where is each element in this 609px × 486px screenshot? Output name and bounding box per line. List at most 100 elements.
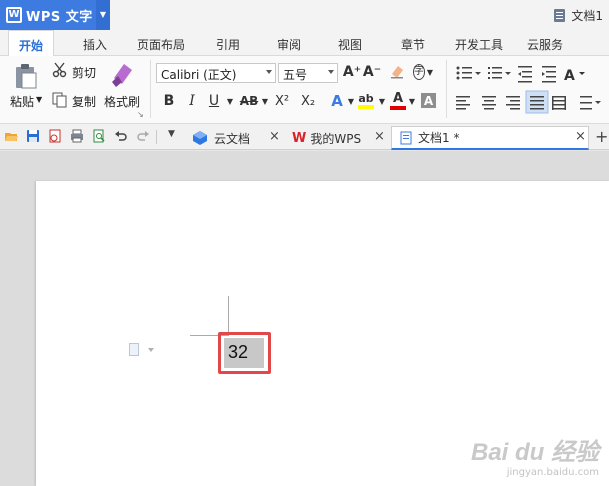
line-spacing-icon[interactable]: [580, 96, 601, 110]
app-name: WPS 文字: [26, 9, 93, 25]
paragraph-tools: A: [456, 66, 601, 114]
copy-label: 复制: [72, 95, 97, 109]
increase-indent-icon[interactable]: [542, 66, 556, 83]
shrink-font-icon[interactable]: A⁻: [363, 63, 381, 81]
chevron-down-icon: [266, 70, 272, 74]
phonetic-guide-button[interactable]: 字 ▼: [412, 63, 434, 81]
bold-button[interactable]: B: [160, 92, 178, 110]
doc-tab-document1-label: 文档1 *: [418, 131, 460, 145]
chevron-down-icon[interactable]: ▼: [346, 95, 356, 107]
chevron-down-icon[interactable]: ▼: [36, 95, 42, 104]
wps-logo-icon: W: [6, 7, 22, 23]
cut-label: 剪切: [72, 66, 97, 80]
close-tab-mywps-icon[interactable]: ×: [374, 129, 385, 144]
align-center-icon[interactable]: [482, 96, 496, 110]
format-painter-icon: [110, 60, 134, 88]
watermark-main: Bai du 经验: [470, 439, 599, 466]
chevron-down-icon[interactable]: ▼: [96, 0, 110, 30]
highlight-button[interactable]: ab: [356, 90, 376, 112]
paste-label: 粘贴: [10, 95, 35, 109]
quick-access-bar: ▼ 云文档 × W 我的WPS × 文档1 * × +: [0, 124, 609, 150]
ribbon-separator: [446, 60, 447, 118]
ribbon-separator: [150, 60, 151, 118]
chevron-down-icon[interactable]: ▼: [407, 95, 417, 107]
document-icon: [400, 131, 412, 144]
print-preview-icon[interactable]: [92, 129, 106, 143]
strikethrough-button[interactable]: AB: [238, 92, 260, 110]
paragraph-layout-icon[interactable]: [129, 343, 139, 356]
wps-logo-icon: W: [292, 130, 307, 146]
tab-view[interactable]: 视图: [338, 36, 362, 53]
selected-text[interactable]: 32: [228, 342, 248, 363]
align-right-icon[interactable]: [506, 96, 520, 110]
tab-sections[interactable]: 章节: [401, 36, 425, 53]
save-icon[interactable]: [26, 129, 40, 143]
margin-corner-vertical: [228, 296, 229, 336]
ribbon: 粘贴 ▼ 剪切 复制 格式刷 ↘ Calibri (正文) 五号 A⁺ A⁻ 字…: [0, 56, 609, 124]
align-left-icon[interactable]: [456, 96, 470, 110]
svg-text:A: A: [564, 68, 575, 84]
baidu-watermark: Bai du 经验 jingyan.baidu.com: [471, 432, 599, 478]
title-bar: W WPS 文字 ▼ 文档1: [0, 0, 609, 30]
highlight-frame: 32: [218, 332, 271, 374]
justify-active-bg: [525, 90, 549, 114]
chevron-down-icon[interactable]: ▼: [168, 129, 182, 143]
font-family-value: Calibri (正文): [161, 68, 237, 82]
open-folder-icon[interactable]: [4, 129, 18, 143]
clear-format-icon[interactable]: [388, 63, 406, 81]
redo-icon[interactable]: [136, 129, 150, 143]
chevron-down-icon[interactable]: ▼: [260, 95, 270, 107]
italic-button[interactable]: I: [183, 92, 201, 110]
chevron-down-icon: ▼: [426, 67, 434, 77]
clipboard-icon: [14, 62, 38, 90]
print-icon[interactable]: [70, 129, 84, 143]
dialog-launcher-icon[interactable]: ↘: [137, 110, 144, 119]
distributed-align-icon[interactable]: [552, 96, 566, 110]
chevron-down-icon[interactable]: ▼: [377, 95, 387, 107]
export-pdf-icon[interactable]: [48, 129, 62, 143]
tab-page-layout[interactable]: 页面布局: [137, 36, 185, 53]
close-tab-cloud-icon[interactable]: ×: [269, 129, 280, 144]
app-menu-button[interactable]: W WPS 文字 ▼: [0, 0, 110, 30]
tab-references[interactable]: 引用: [216, 36, 240, 53]
doc-tab-mywps-label: 我的WPS: [310, 131, 362, 146]
chevron-down-icon: [328, 70, 334, 74]
close-tab-document1-icon[interactable]: ×: [575, 129, 586, 144]
numbered-list-icon[interactable]: [488, 67, 511, 79]
new-tab-button[interactable]: +: [595, 127, 608, 146]
undo-icon[interactable]: [114, 129, 128, 143]
doc-tab-mywps[interactable]: W 我的WPS: [286, 126, 386, 150]
character-shading-button[interactable]: A: [421, 93, 436, 108]
text-effect-button[interactable]: A: [328, 92, 346, 110]
grow-font-icon[interactable]: A⁺: [343, 63, 361, 81]
font-color-button[interactable]: A: [389, 90, 407, 112]
highlight-color-swatch: [358, 105, 374, 109]
format-painter-label: 格式刷: [104, 95, 141, 109]
decrease-indent-icon[interactable]: [518, 66, 532, 83]
font-size-select[interactable]: 五号: [278, 63, 338, 83]
cloud-icon: [193, 131, 207, 145]
phonetic-guide-icon: 字: [412, 64, 425, 80]
font-color-icon: A: [392, 91, 404, 106]
underline-button[interactable]: U: [205, 92, 223, 110]
tab-developer[interactable]: 开发工具: [455, 36, 503, 53]
window-doc-title: 文档1: [554, 7, 603, 24]
font-color-swatch: [390, 106, 406, 110]
doc-tab-cloud-label: 云文档: [214, 131, 251, 146]
bullet-list-icon[interactable]: [456, 66, 482, 80]
tab-review[interactable]: 审阅: [277, 36, 301, 53]
subscript-button[interactable]: X₂: [298, 92, 318, 110]
chevron-down-icon[interactable]: ▼: [225, 95, 235, 107]
tab-cloud-services[interactable]: 云服务: [527, 36, 563, 53]
font-size-value: 五号: [283, 68, 308, 82]
tab-insert[interactable]: 插入: [83, 36, 107, 53]
superscript-button[interactable]: X²: [272, 92, 292, 110]
watermark-sub: jingyan.baidu.com: [506, 467, 599, 478]
font-family-select[interactable]: Calibri (正文): [156, 63, 276, 83]
text-direction-icon[interactable]: A: [564, 68, 585, 84]
chevron-down-icon[interactable]: [148, 348, 154, 352]
tab-home[interactable]: 开始: [8, 30, 55, 57]
doc-tab-document1[interactable]: 文档1 *: [391, 126, 589, 150]
qa-separator: [156, 130, 157, 144]
scissors-icon: [52, 62, 68, 78]
